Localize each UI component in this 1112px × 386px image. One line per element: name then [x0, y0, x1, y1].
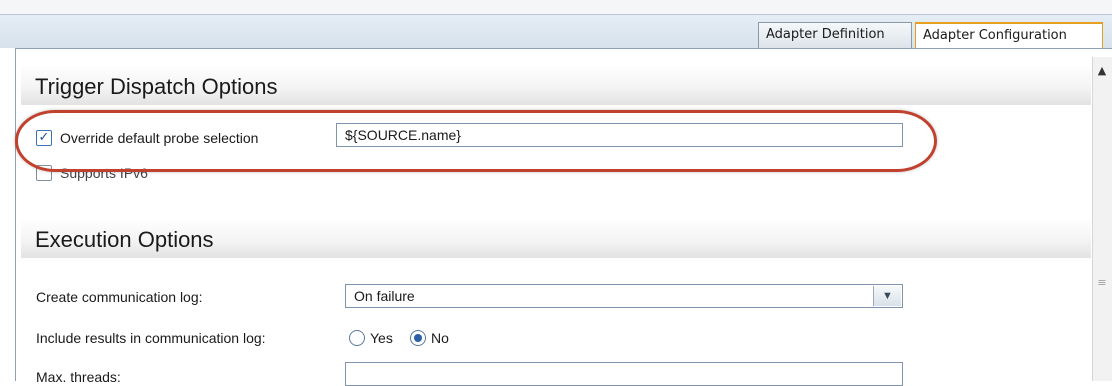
execution-options-title: Execution Options — [35, 227, 214, 252]
window-top-band — [0, 0, 1112, 15]
radio-yes-label: Yes — [370, 330, 393, 346]
communication-log-label: Create communication log: — [36, 289, 203, 305]
radio-no-label: No — [431, 330, 449, 346]
communication-log-value: On failure — [354, 288, 415, 304]
communication-log-select[interactable]: On failure ▼ — [345, 284, 903, 308]
vertical-scrollbar[interactable] — [1092, 57, 1112, 381]
radio-no[interactable] — [410, 330, 426, 346]
probe-selection-input[interactable]: ${SOURCE.name} — [336, 123, 903, 147]
override-probe-label: Override default probe selection — [60, 130, 259, 146]
supports-ipv6-checkbox[interactable] — [36, 165, 52, 181]
radio-yes[interactable] — [349, 330, 365, 346]
max-threads-label: Max. threads: — [36, 369, 121, 385]
supports-ipv6-label: Supports IPv6 — [60, 165, 148, 181]
execution-options-header: Execution Options — [21, 218, 1091, 258]
max-threads-input[interactable] — [345, 362, 903, 386]
tab-adapter-definition[interactable]: Adapter Definition — [758, 22, 912, 48]
trigger-dispatch-title: Trigger Dispatch Options — [35, 74, 278, 99]
scroll-up-arrow-icon[interactable]: ▲ — [1094, 63, 1110, 79]
checkmark-icon: ✓ — [38, 130, 50, 145]
include-results-label: Include results in communication log: — [36, 330, 266, 346]
tab-adapter-configuration[interactable]: Adapter Configuration — [915, 22, 1103, 48]
trigger-dispatch-header: Trigger Dispatch Options — [21, 65, 1091, 105]
scroll-grip-icon[interactable]: ≡ — [1096, 276, 1108, 290]
override-probe-checkbox[interactable]: ✓ — [36, 130, 52, 146]
chevron-down-icon[interactable]: ▼ — [873, 286, 901, 306]
